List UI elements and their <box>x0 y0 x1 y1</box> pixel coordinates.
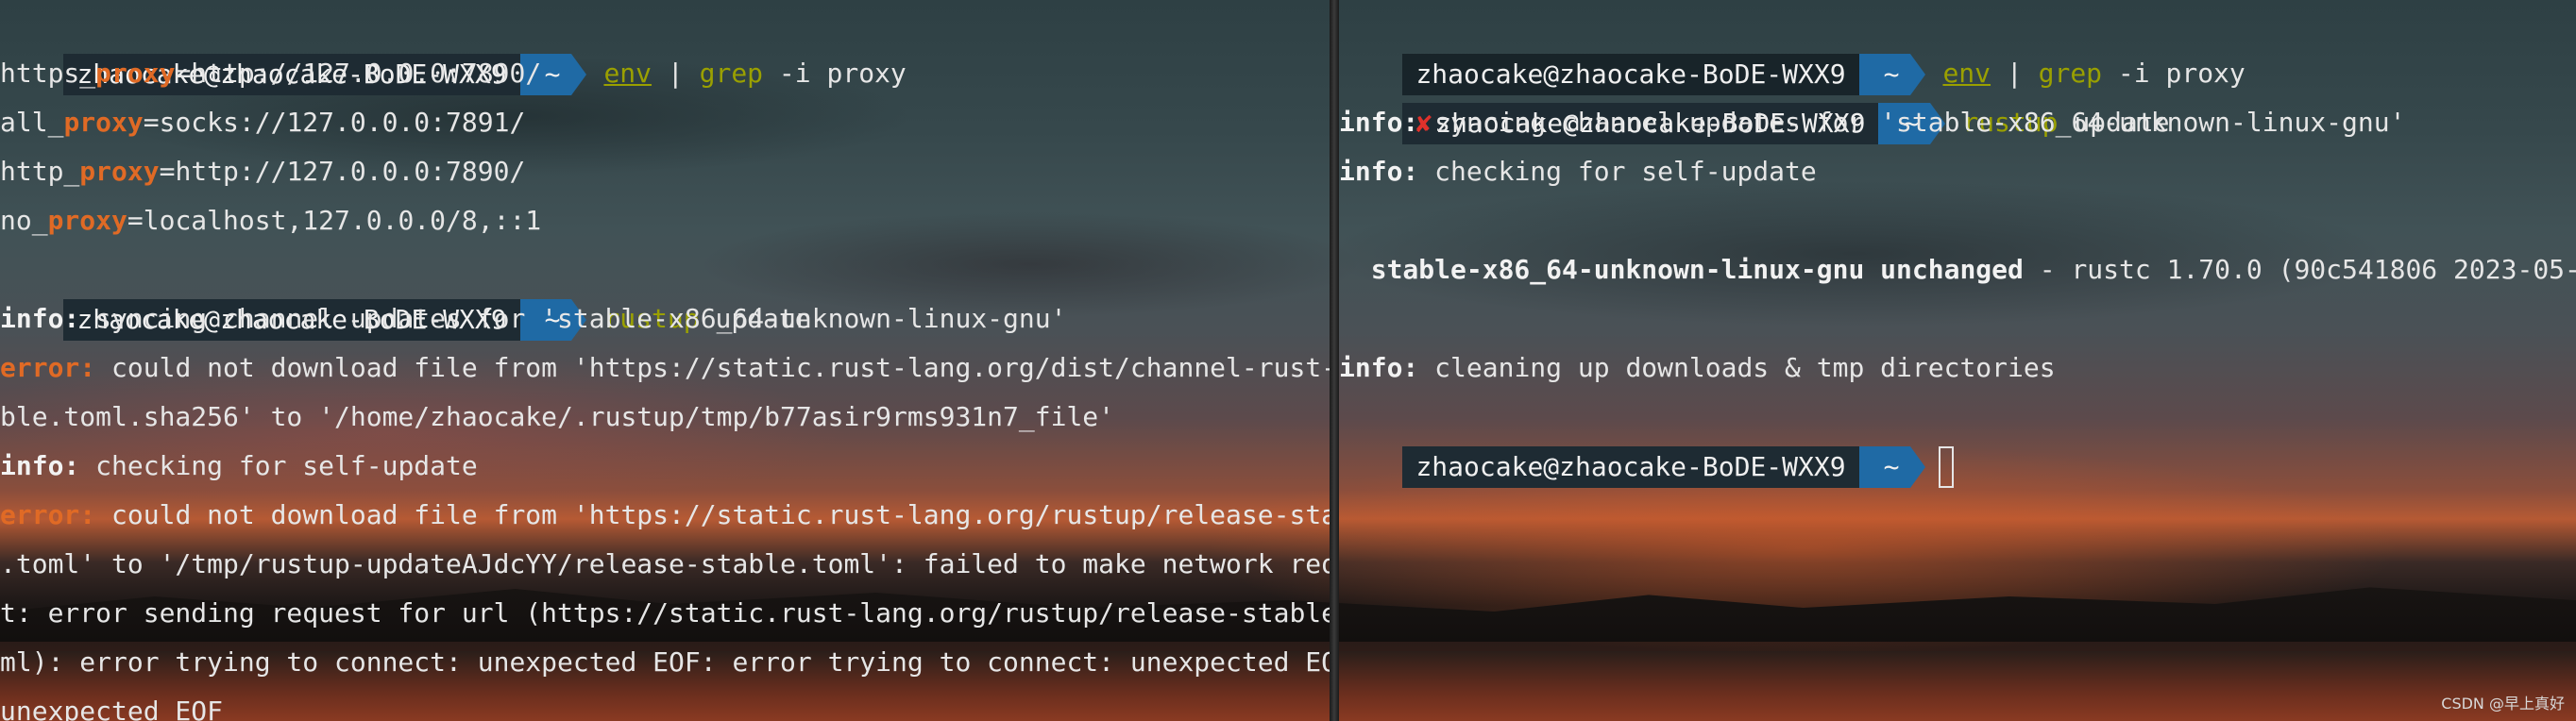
output-line: info: syncing channel updates for 'stabl… <box>1339 98 2405 147</box>
output-text: ml): error trying to connect: unexpected… <box>0 646 1330 678</box>
env-var-value: =http://127.0.0.0:7890/ <box>159 156 526 187</box>
prompt-separator-icon <box>571 54 587 95</box>
grep-match: proxy <box>79 156 160 187</box>
prompt-line: zhaocake@zhaocake-BoDE-WXX9 ~ <box>1339 393 1955 488</box>
prompt-line: zhaocake@zhaocake-BoDE-WXX9 ~ env | grep … <box>0 0 907 95</box>
output-line: info: checking for self-update <box>0 442 478 491</box>
grep-match: proxy <box>63 107 144 138</box>
env-var-prefix: no_ <box>0 205 48 236</box>
pane-divider[interactable] <box>1330 0 1339 721</box>
output-line: no_proxy=localhost,127.0.0.0/8,::1 <box>0 196 541 245</box>
output-text: t: error sending request for url (https:… <box>0 597 1330 629</box>
env-var-value: =http://127.0.0.0:7890/ <box>175 58 542 89</box>
output-text: could not download file from 'https://st… <box>95 499 1330 530</box>
watermark: CSDN @早上真好 <box>2441 695 2565 713</box>
output-text: unexpected EOF <box>0 696 224 721</box>
prompt-line: ✘ zhaocake@zhaocake-BoDE-WXX9 ~ rustup upd… <box>1339 49 2169 144</box>
info-label: info: <box>0 303 80 334</box>
prompt-user-host: zhaocake@zhaocake-BoDE-WXX9 <box>1402 446 1859 488</box>
env-var-prefix: https_ <box>0 58 96 89</box>
output-text: syncing channel updates for 'stable-x86_… <box>1418 107 2406 138</box>
command-text: env <box>603 58 652 89</box>
pipe-text: | <box>652 58 700 89</box>
grep-match: proxy <box>47 205 127 236</box>
toolchain-status: stable-x86_64-unknown-linux-gnu unchange… <box>1339 254 2024 285</box>
env-var-prefix: http_ <box>0 156 80 187</box>
output-text: cleaning up downloads & tmp directories <box>1418 352 2056 383</box>
env-var-value: =localhost,127.0.0.0/8,::1 <box>127 205 542 236</box>
output-line: unexpected EOF <box>0 687 223 721</box>
output-line: ble.toml.sha256' to '/home/zhaocake/.rus… <box>0 393 1114 442</box>
grep-match: proxy <box>95 58 176 89</box>
output-line: info: syncing channel updates for 'stabl… <box>0 294 1066 344</box>
output-line: https_proxy=http://127.0.0.0:7890/ <box>0 49 541 98</box>
output-text: ble.toml.sha256' to '/home/zhaocake/.rus… <box>0 401 1115 432</box>
output-line: .toml' to '/tmp/rustup-updateAJdcYY/rele… <box>0 540 1330 589</box>
output-line: info: cleaning up downloads & tmp direct… <box>1339 344 2056 393</box>
command-args: -i proxy <box>763 58 907 89</box>
output-text: could not download file from 'https://st… <box>95 352 1330 383</box>
output-text: checking for self-update <box>79 450 478 481</box>
error-label: error: <box>0 352 96 383</box>
output-line: all_proxy=socks://127.0.0.0:7891/ <box>0 98 525 147</box>
terminal-pane-right[interactable]: zhaocake@zhaocake-BoDE-WXX9 ~ env | grep … <box>1339 0 2576 721</box>
terminal-pane-left[interactable]: zhaocake@zhaocake-BoDE-WXX9 ~ env | grep … <box>0 0 1330 721</box>
error-label: error: <box>0 499 96 530</box>
env-var-prefix: all_ <box>0 107 64 138</box>
command-text: grep <box>699 58 764 89</box>
output-text: checking for self-update <box>1418 156 1817 187</box>
prompt: zhaocake@zhaocake-BoDE-WXX9 ~ <box>1402 446 1926 488</box>
info-label: info: <box>1339 352 1419 383</box>
output-line: info: checking for self-update <box>1339 147 1817 196</box>
info-label: info: <box>1339 156 1419 187</box>
env-var-value: =socks://127.0.0.0:7891/ <box>143 107 526 138</box>
rustc-version-text: - rustc 1.70.0 (90c541806 2023-05-31) <box>2023 254 2576 285</box>
prompt-dir: ~ <box>1858 446 1911 488</box>
output-text: .toml' to '/tmp/rustup-updateAJdcYY/rele… <box>0 548 1330 579</box>
output-line: t: error sending request for url (https:… <box>0 589 1330 638</box>
output-line: http_proxy=http://127.0.0.0:7890/ <box>0 147 525 196</box>
output-line: stable-x86_64-unknown-linux-gnu unchange… <box>1339 245 2576 294</box>
output-line: ml): error trying to connect: unexpected… <box>0 638 1330 687</box>
prompt-line: zhaocake@zhaocake-BoDE-WXX9 ~ env | grep … <box>1339 0 2246 95</box>
prompt-separator-icon <box>1910 446 1926 488</box>
terminal-cursor[interactable] <box>1939 446 1955 488</box>
info-label: info: <box>0 450 80 481</box>
output-line: error: could not download file from 'htt… <box>0 491 1330 540</box>
info-label: info: <box>1339 107 1419 138</box>
output-line: error: could not download file from 'htt… <box>0 344 1330 393</box>
output-text: syncing channel updates for 'stable-x86_… <box>79 303 1067 334</box>
prompt-line: zhaocake@zhaocake-BoDE-WXX9 ~ rustup upda… <box>0 245 811 341</box>
